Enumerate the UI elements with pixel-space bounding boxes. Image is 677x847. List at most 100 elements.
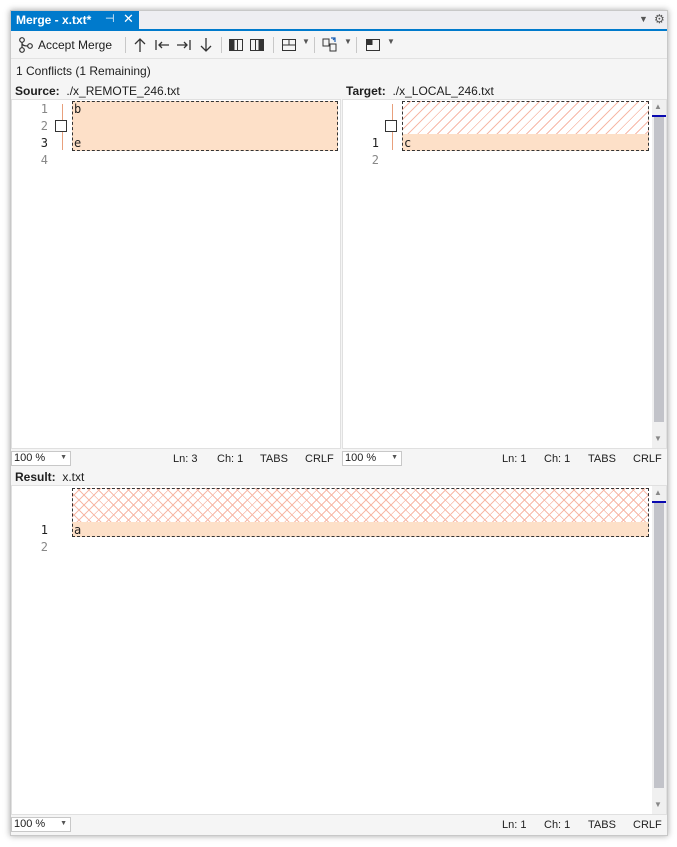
side-split-button[interactable] [249, 35, 265, 55]
zoom-value: 100 % [14, 452, 46, 464]
tab-merge[interactable]: Merge - x.txt* ⊣ ✕ [11, 11, 139, 29]
sync-icon [322, 37, 337, 52]
result-vertical-scrollbar[interactable]: ▲ ▼ [652, 486, 666, 814]
tabs-indicator: TABS [588, 819, 616, 831]
conflicts-status: 1 Conflicts (1 Remaining) [16, 64, 151, 78]
toolbar-separator [125, 37, 126, 53]
result-header: Result: x.txt [15, 470, 84, 486]
target-accept-checkbox[interactable] [385, 120, 397, 132]
last-conflict-button[interactable] [176, 35, 192, 55]
code-line: a [74, 523, 82, 537]
chevron-down-icon[interactable]: ▼ [302, 37, 310, 46]
code-line: b [74, 102, 82, 116]
source-editor[interactable]: 1 2 3 4 b e [11, 99, 341, 449]
arrow-right-bar-icon [177, 40, 191, 50]
tab-title: Merge - x.txt* [16, 13, 92, 27]
layout-grid-icon [282, 39, 296, 51]
column-indicator: Ch: 1 [544, 453, 571, 465]
toolbar-separator [314, 37, 315, 53]
result-file: x.txt [62, 470, 85, 484]
tabs-indicator: TABS [260, 453, 288, 465]
scroll-down-icon[interactable]: ▼ [654, 800, 662, 809]
chevron-down-icon: ▼ [60, 820, 67, 827]
next-conflict-button[interactable] [198, 35, 214, 55]
eol-indicator: CRLF [633, 453, 662, 465]
chevron-down-icon[interactable]: ▼ [387, 37, 395, 46]
column-indicator: Ch: 1 [217, 453, 244, 465]
scroll-up-icon[interactable]: ▲ [654, 488, 662, 497]
gear-icon[interactable]: ⚙ [654, 12, 665, 26]
line-number: 2 [40, 540, 48, 554]
conflict-marker [652, 501, 666, 503]
line-number: 2 [40, 119, 48, 133]
previous-conflict-button[interactable] [132, 35, 148, 55]
accept-merge-label: Accept Merge [38, 38, 113, 52]
toolbar-separator [356, 37, 357, 53]
scroll-down-icon[interactable]: ▼ [654, 434, 662, 443]
document-tab-strip: Merge - x.txt* ⊣ ✕ ▼ ⚙ [11, 11, 667, 31]
arrow-up-icon [134, 38, 146, 52]
result-editor[interactable]: 1 2 a ▲ ▼ [11, 485, 667, 815]
sync-button[interactable] [321, 35, 339, 55]
line-number: 1 [371, 136, 379, 150]
tabs-indicator: TABS [588, 453, 616, 465]
toolbar-separator [221, 37, 222, 53]
result-label: Result: [15, 470, 56, 484]
eol-indicator: CRLF [633, 819, 662, 831]
zoom-value: 100 % [345, 452, 377, 464]
target-editor[interactable]: 1 2 c ▲ ▼ [342, 99, 667, 449]
arrow-left-bar-icon [155, 40, 169, 50]
scroll-up-icon[interactable]: ▲ [654, 102, 662, 111]
vertical-split-icon [229, 39, 243, 51]
merge-icon [19, 37, 33, 53]
window-layout-icon [366, 39, 380, 51]
scroll-thumb[interactable] [654, 116, 664, 422]
zoom-select[interactable]: 100 % ▼ [342, 451, 402, 466]
target-conflict-region [402, 101, 649, 151]
line-indicator: Ln: 1 [502, 453, 527, 465]
target-status-bar: 100 % ▼ Ln: 1 Ch: 1 TABS CRLF [342, 450, 667, 466]
toolbar-separator [273, 37, 274, 53]
zoom-select[interactable]: 100 % ▼ [11, 817, 71, 832]
line-number: 1 [40, 523, 48, 537]
target-label: Target: [346, 84, 386, 98]
chevron-down-icon[interactable]: ▼ [344, 37, 352, 46]
line-number: 4 [40, 153, 48, 167]
source-accept-checkbox[interactable] [55, 120, 67, 132]
window-layout-button[interactable] [365, 35, 381, 55]
merge-toolbar: Accept Merge ▼ ▼ ▼ [11, 31, 667, 59]
close-icon[interactable]: ✕ [123, 11, 134, 27]
target-vertical-scrollbar[interactable]: ▲ ▼ [652, 100, 666, 448]
line-indicator: Ln: 1 [502, 819, 527, 831]
source-status-bar: 100 % ▼ Ln: 3 Ch: 1 TABS CRLF [11, 450, 341, 466]
accept-merge-button[interactable]: Accept Merge [17, 35, 117, 55]
line-number: 2 [371, 153, 379, 167]
result-status-bar: 100 % ▼ Ln: 1 Ch: 1 TABS CRLF [11, 816, 667, 832]
code-line: e [74, 136, 82, 150]
chevron-down-icon[interactable]: ▼ [639, 14, 648, 24]
source-header: Source: ./x_REMOTE_246.txt [15, 84, 180, 100]
zoom-value: 100 % [14, 818, 46, 830]
zoom-select[interactable]: 100 % ▼ [11, 451, 71, 466]
chevron-down-icon: ▼ [60, 454, 67, 461]
source-label: Source: [15, 84, 60, 98]
line-number: 3 [40, 136, 48, 150]
target-header: Target: ./x_LOCAL_246.txt [346, 84, 494, 100]
result-conflict-region [72, 488, 649, 537]
eol-indicator: CRLF [305, 453, 334, 465]
line-indicator: Ln: 3 [173, 453, 198, 465]
layout-grid-button[interactable] [281, 35, 297, 55]
line-number: 1 [40, 102, 48, 116]
column-indicator: Ch: 1 [544, 819, 571, 831]
merge-window: Merge - x.txt* ⊣ ✕ ▼ ⚙ Accept Merge ▼ ▼ … [10, 10, 668, 836]
scroll-thumb[interactable] [654, 502, 664, 788]
source-file: ./x_REMOTE_246.txt [66, 84, 180, 98]
chevron-down-icon: ▼ [391, 454, 398, 461]
source-conflict-region [72, 101, 338, 151]
pin-icon[interactable]: ⊣ [105, 12, 115, 25]
side-split-icon [250, 39, 264, 51]
first-conflict-button[interactable] [154, 35, 170, 55]
vertical-split-button[interactable] [228, 35, 244, 55]
arrow-down-icon [200, 38, 212, 52]
code-line: c [404, 136, 412, 150]
